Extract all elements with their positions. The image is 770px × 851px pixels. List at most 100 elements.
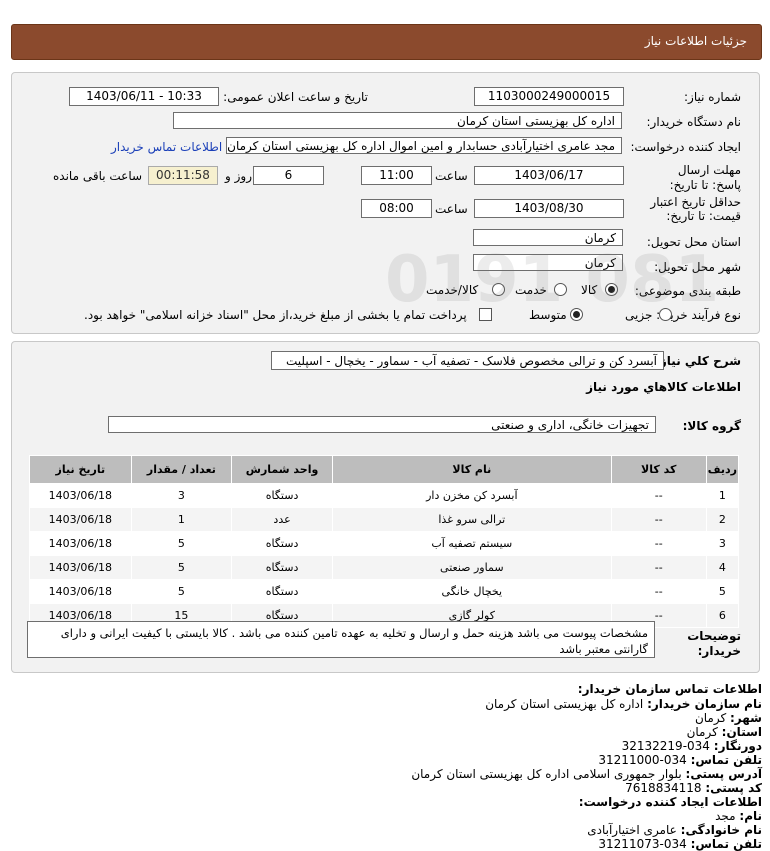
item-qty: 3 [130,483,233,508]
item-name: آبسرد کن مخزن دار [332,483,612,508]
item-unit: دستگاه [231,579,333,604]
row-number: 6 [705,603,740,628]
item-unit: دستگاه [231,531,333,556]
buyer-org-field: اداره کل بهزیستی استان کرمان [173,112,622,129]
need-number-field: 1103000249000015 [474,87,624,106]
item-code: -- [610,579,707,604]
page-title: جزئیات اطلاعات نیاز [644,34,747,48]
province-label: استان محل تحویل: [646,235,741,249]
contact-city: شهر: کرمان [694,711,762,725]
category-option-both: کالا/خدمت [426,283,479,297]
item-qty: 5 [130,579,233,604]
group-label: گروه کالا: [682,419,741,433]
province-field: کرمان [473,229,623,246]
validity-label-2: قیمت: تا تاریخ: [666,209,741,223]
item-unit: دستگاه [231,483,333,508]
contact-province: استان: کرمان [686,725,762,739]
purchase-option-minor: جزیی [625,308,653,322]
city-field: کرمان [473,254,623,271]
item-code: -- [610,555,707,580]
treasury-payment-note: پرداخت تمام یا بخشی از مبلغ خرید،از محل … [84,308,467,322]
contact-fax: دورنگار: 034-32132219 [621,739,762,753]
announce-field: 1403/06/11 - 10:33 [69,87,219,106]
need-number-label: شماره نیاز: [684,90,741,104]
category-radio-goods[interactable] [605,283,618,296]
item-unit: عدد [231,507,333,532]
buyer-notes-text: مشخصات پیوست می باشد هزینه حمل و ارسال و… [27,621,655,658]
col-name: نام کالا [332,455,612,484]
group-field: تجهیزات خانگی، اداری و صنعتی [108,416,656,433]
contact-heading: اطلاعات تماس سازمان خریدار: [577,682,762,696]
item-code: -- [610,507,707,532]
city-label: شهر محل تحویل: [654,260,741,274]
item-date: 1403/06/18 [29,531,132,556]
page-header: جزئیات اطلاعات نیاز [11,24,762,60]
item-date: 1403/06/18 [29,579,132,604]
creator-heading: اطلاعات ایجاد کننده درخواست: [578,795,762,809]
summary-field: آبسرد کن و ترالی مخصوص فلاسک - تصفیه آب … [271,351,664,370]
validity-time-field: 08:00 [361,199,432,218]
col-code: کد کالا [610,455,707,484]
purchase-radio-minor[interactable] [659,308,672,321]
category-option-service: خدمت [515,283,547,297]
item-code: -- [610,483,707,508]
buyer-notes-label-2: خریدار: [697,644,741,658]
contact-phone: تلفن تماس: 034-31211000 [598,753,762,767]
deadline-time-field: 11:00 [361,166,432,185]
contact-address: آدرس پستی: بلوار جمهوری اسلامی اداره کل … [411,767,762,781]
creator-phone: تلفن تماس: 034-31211073 [598,837,762,851]
item-qty: 1 [130,507,233,532]
deadline-time-label: ساعت [435,169,468,183]
requester-field: مجد عامری اختیارآبادی حسابدار و امین امو… [226,137,622,154]
items-table-header: ردیف کد کالا نام کالا واحد شمارش تعداد /… [29,455,740,484]
category-option-goods: کالا [581,283,598,297]
item-unit: دستگاه [231,555,333,580]
items-heading: اطلاعات کالاهاي مورد نياز [586,380,741,394]
announce-label: تاریخ و ساعت اعلان عمومی: [223,90,368,104]
category-radio-both[interactable] [492,283,505,296]
table-row: 4 -- سماور صنعتی دستگاه 5 1403/06/18 [29,555,740,580]
buyer-notes-label-1: توضیحات [687,629,741,643]
days-field: 6 [253,166,324,185]
contact-postal: کد پستی: 7618834118 [625,781,762,795]
validity-time-label: ساعت [435,202,468,216]
validity-label-1: حداقل تاریخ اعتبار [650,195,741,209]
creator-name: نام: مجد [715,809,762,823]
item-name: سیستم تصفیه آب [332,531,612,556]
row-number: 2 [705,507,740,532]
deadline-date-field: 1403/06/17 [474,166,624,185]
item-name: سماور صنعتی [332,555,612,580]
item-date: 1403/06/18 [29,507,132,532]
remaining-label: ساعت باقی مانده [53,169,143,183]
buyer-org-label: نام دستگاه خریدار: [646,115,742,129]
col-qty: تعداد / مقدار [130,455,233,484]
item-code: -- [610,531,707,556]
row-number: 5 [705,579,740,604]
category-radio-service[interactable] [554,283,567,296]
validity-date-field: 1403/08/30 [474,199,624,218]
item-name: ترالی سرو غذا [332,507,612,532]
row-number: 1 [705,483,740,508]
row-number: 4 [705,555,740,580]
contact-org: نام سازمان خریدار: اداره کل بهزیستی استا… [485,697,762,711]
table-row: 5 -- یخچال خانگی دستگاه 5 1403/06/18 [29,579,740,604]
category-label: طبقه بندی موضوعی: [634,284,741,298]
purchase-option-medium: متوسط [529,308,567,322]
days-label: روز و [225,169,252,183]
item-date: 1403/06/18 [29,555,132,580]
buyer-contact-link[interactable]: اطلاعات تماس خریدار [111,140,222,154]
col-row: ردیف [705,455,740,484]
purchase-radio-medium[interactable] [570,308,583,321]
summary-label: شرح کلي نياز: [655,354,741,368]
col-unit: واحد شمارش [231,455,333,484]
remaining-timer: 00:11:58 [148,166,218,185]
item-qty: 5 [130,555,233,580]
item-name: یخچال خانگی [332,579,612,604]
item-qty: 5 [130,531,233,556]
deadline-label: مهلت ارسال پاسخ: تا تاریخ: [669,163,741,192]
creator-family: نام خانوادگی: عامری اختیارآبادی [587,823,762,837]
row-number: 3 [705,531,740,556]
table-row: 2 -- ترالی سرو غذا عدد 1 1403/06/18 [29,507,740,532]
items-table: ردیف کد کالا نام کالا واحد شمارش تعداد /… [29,455,740,628]
treasury-payment-checkbox[interactable] [479,308,492,321]
